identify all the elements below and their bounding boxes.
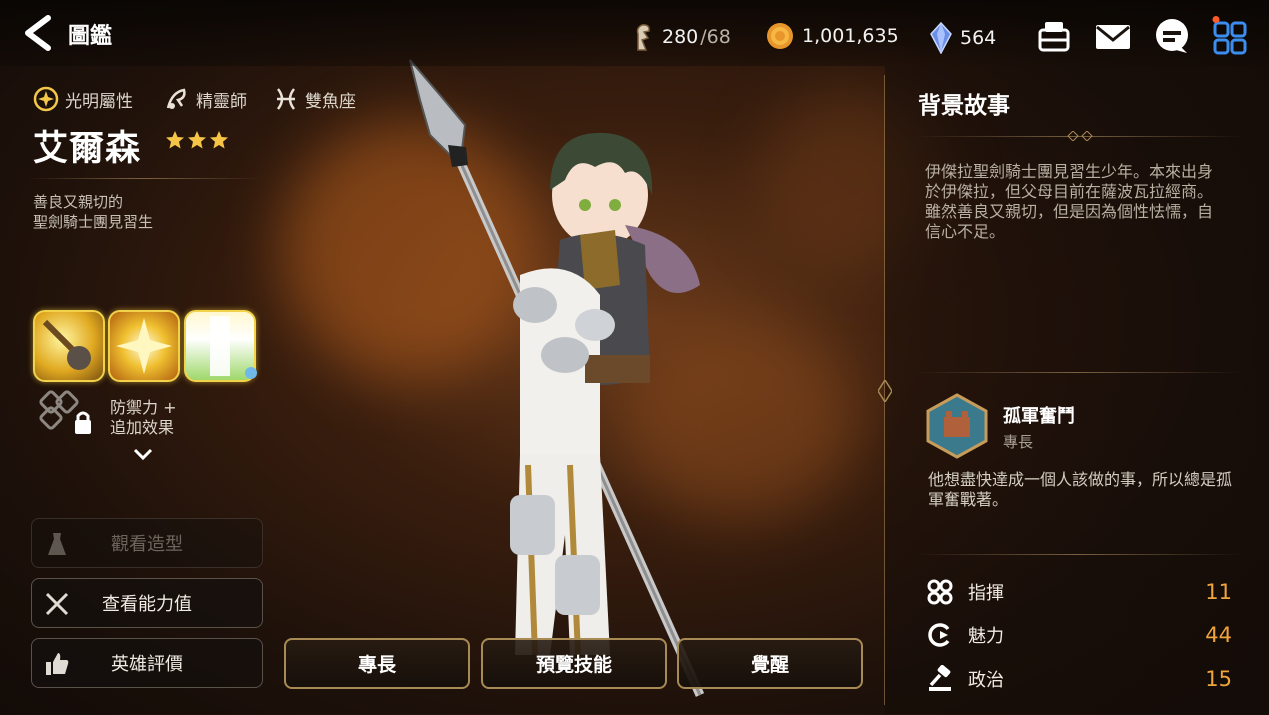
locked-effect-icon xyxy=(39,390,91,434)
story-text: 伊傑拉聖劍騎士團見習生少年。本來出身於伊傑拉，但父母目前在薩波瓦拉經商。雖然善良… xyxy=(925,162,1214,241)
stamina-max: /68 xyxy=(700,26,731,48)
divider xyxy=(914,372,1242,373)
button-label: 觀看造型 xyxy=(111,534,183,555)
light-attribute-icon xyxy=(33,86,59,112)
button-label: 英雄評價 xyxy=(111,654,183,675)
crystal-value: 564 xyxy=(960,27,997,49)
attribute-class: 精靈師 xyxy=(164,86,247,112)
notification-dot xyxy=(1212,16,1220,23)
chat-icon[interactable] xyxy=(1152,16,1192,56)
star-icon xyxy=(188,131,206,149)
stat-label: 魅力 xyxy=(968,626,1004,647)
hero-subtitle-line: 善良又親切的 xyxy=(33,193,124,211)
hero-name: 艾爾森 xyxy=(33,129,142,169)
hero-review-button[interactable]: 英雄評價 xyxy=(31,638,263,688)
dress-icon xyxy=(48,533,66,555)
locked-effect-line: 防禦力 + xyxy=(110,398,177,417)
thumbs-up-icon xyxy=(46,653,69,675)
stat-value: 15 xyxy=(1205,667,1232,691)
politics-icon xyxy=(929,665,951,691)
locked-effect-line: 追加效果 xyxy=(110,418,175,437)
skill-badge-icon xyxy=(245,367,257,379)
gold-counter: 1,001,635 xyxy=(766,22,899,50)
divider xyxy=(26,178,262,179)
attribute-label: 雙魚座 xyxy=(305,91,356,112)
charm-icon xyxy=(928,623,950,647)
skill-slot-1[interactable] xyxy=(33,310,105,382)
crystal-icon xyxy=(930,22,952,54)
menu-grid-icon[interactable] xyxy=(1210,16,1250,56)
locked-effect-text: 防禦力 + 追加效果 xyxy=(110,398,177,438)
star-icon xyxy=(166,131,184,149)
hero-subtitle: 善良又親切的 聖劍騎士團見習生 xyxy=(33,192,153,232)
divider xyxy=(914,554,1242,555)
button-label: 查看能力值 xyxy=(102,594,192,615)
spirit-mage-class-icon xyxy=(166,88,186,109)
guild-icon[interactable] xyxy=(1034,16,1074,56)
burst-skill-icon xyxy=(116,318,172,374)
story-title: 背景故事 xyxy=(918,93,1010,119)
stamina-value: 280 xyxy=(662,26,699,48)
mace-skill-icon xyxy=(42,319,91,370)
gold-coin-icon xyxy=(767,23,793,49)
view-stats-button[interactable]: 查看能力值 xyxy=(31,578,263,628)
attribute-label: 精靈師 xyxy=(196,91,247,112)
specialty-description: 他想盡快達成一個人該做的事，所以總是孤軍奮戰著。 xyxy=(928,470,1233,509)
specialty-tab-button[interactable]: 專長 xyxy=(284,638,470,689)
command-icon xyxy=(927,579,953,605)
stat-row-charm: 魅力 44 xyxy=(926,620,1232,650)
pisces-icon xyxy=(276,88,296,110)
stat-row-politics: 政治 15 xyxy=(926,664,1232,694)
chevron-down-icon[interactable] xyxy=(132,446,154,462)
hero-stars xyxy=(165,130,229,150)
stamina-counter: 280/68 xyxy=(632,22,731,52)
stamina-icon xyxy=(636,24,650,51)
gold-value: 1,001,635 xyxy=(802,25,899,47)
view-outfit-button[interactable]: 觀看造型 xyxy=(31,518,263,568)
page-title: 圖鑑 xyxy=(68,24,113,49)
stat-value: 11 xyxy=(1205,580,1232,604)
back-arrow-icon[interactable] xyxy=(20,14,56,52)
divider-ornament-icon xyxy=(1067,131,1093,141)
awaken-button[interactable]: 覺醒 xyxy=(677,638,863,689)
attribute-zodiac: 雙魚座 xyxy=(273,86,356,112)
crossed-swords-icon xyxy=(45,592,69,616)
mail-icon[interactable] xyxy=(1093,16,1133,56)
hero-character-illustration xyxy=(409,59,705,697)
preview-skills-button[interactable]: 預覽技能 xyxy=(481,638,667,689)
stat-label: 政治 xyxy=(968,670,1004,691)
specialty-name: 孤軍奮鬥 xyxy=(1003,406,1075,427)
specialty-type: 專長 xyxy=(1003,433,1034,451)
stat-label: 指揮 xyxy=(968,583,1004,604)
hero-subtitle-line: 聖劍騎士團見習生 xyxy=(33,213,154,231)
star-icon xyxy=(210,131,228,149)
stat-value: 44 xyxy=(1205,623,1232,647)
divider-ornament-icon xyxy=(878,380,892,402)
skill-slot-2[interactable] xyxy=(108,310,180,382)
stat-row-command: 指揮 11 xyxy=(926,577,1232,607)
crystal-counter: 564 xyxy=(930,22,996,54)
attribute-light: 光明屬性 xyxy=(33,86,133,112)
specialty-fortress-icon xyxy=(926,393,988,459)
attribute-label: 光明屬性 xyxy=(65,91,133,112)
